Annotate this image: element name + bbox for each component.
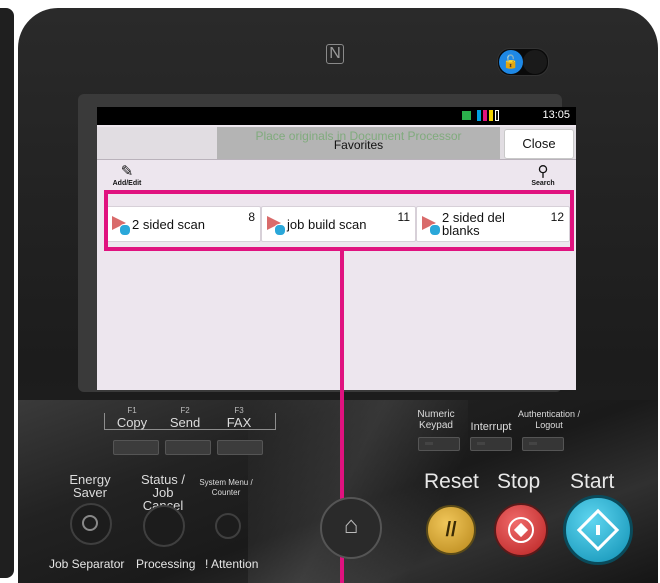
search-label: Search <box>531 180 555 187</box>
auth-logout-key[interactable] <box>522 437 564 451</box>
status-job-cancel-button[interactable] <box>143 505 185 547</box>
toner-level-icon <box>477 110 501 121</box>
start-icon <box>576 508 620 552</box>
add-edit-label: Add/Edit <box>112 180 142 187</box>
reset-icon: // <box>445 518 457 541</box>
unlock-icon: 🔓 <box>499 50 523 74</box>
lock-toggle[interactable]: 🔓 <box>497 48 549 76</box>
edit-icon: ✎ <box>120 163 134 180</box>
stop-label: Stop <box>497 470 541 493</box>
reset-label: Reset <box>424 470 479 493</box>
add-edit-button[interactable]: ✎ Add/Edit <box>109 164 145 192</box>
moon-icon <box>82 515 98 531</box>
system-menu-label: System Menu / Counter <box>199 478 253 497</box>
stop-icon <box>508 517 534 543</box>
attention-label: ! Attention <box>205 557 259 571</box>
start-label: Start <box>570 470 615 493</box>
status-bar: 13:05 <box>97 107 576 125</box>
function-key-f2: F2 Send <box>169 406 201 430</box>
status-time: 13:05 <box>542 109 570 121</box>
nfc-icon: N <box>326 44 344 64</box>
close-button[interactable]: Close <box>504 129 574 159</box>
adjacent-panel-edge <box>0 8 14 578</box>
numeric-keypad-label: Numeric Keypad <box>417 409 455 431</box>
favorites-highlight-box <box>104 190 574 251</box>
title-divider <box>97 159 576 160</box>
numeric-keypad-key[interactable] <box>418 437 460 451</box>
processing-label: Processing <box>136 557 196 571</box>
energy-saver-button[interactable] <box>70 503 112 545</box>
job-separator-label: Job Separator <box>49 557 125 571</box>
stop-button[interactable] <box>494 503 548 557</box>
fax-key[interactable] <box>217 440 263 455</box>
interrupt-label: Interrupt <box>470 421 512 433</box>
search-button[interactable]: ⚲ Search <box>525 164 561 192</box>
function-key-f3: F3 FAX <box>226 406 252 430</box>
screen-title: Favorites <box>333 138 384 152</box>
home-button[interactable]: ⌂ <box>320 497 382 559</box>
send-key[interactable] <box>165 440 211 455</box>
copy-key[interactable] <box>113 440 159 455</box>
system-menu-button[interactable] <box>215 513 241 539</box>
network-status-icon <box>462 111 471 120</box>
function-key-f1: F1 Copy <box>116 406 148 430</box>
interrupt-key[interactable] <box>470 437 512 451</box>
energy-saver-label: Energy Saver <box>69 472 111 500</box>
auth-logout-label: Authentication / Logout <box>517 409 581 430</box>
toggle-track-end <box>523 50 547 74</box>
search-icon: ⚲ <box>537 163 549 180</box>
title-row: Place originals in Document Processor Fa… <box>97 127 576 159</box>
start-button[interactable] <box>563 495 633 565</box>
reset-button[interactable]: // <box>426 505 476 555</box>
home-icon: ⌂ <box>343 512 359 539</box>
